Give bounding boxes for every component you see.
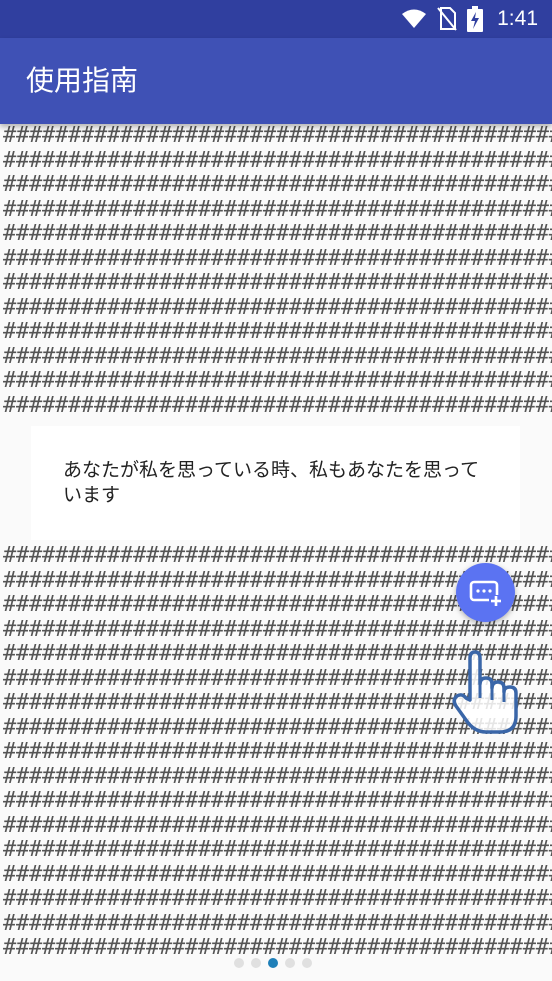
status-bar: 1:41: [0, 0, 552, 38]
hash-text-line: ########################################…: [3, 196, 552, 222]
hash-text-line: ########################################…: [3, 886, 552, 911]
hash-text-line: ########################################…: [3, 147, 552, 173]
hash-text-line: ########################################…: [3, 935, 552, 960]
page-dot: [251, 958, 261, 968]
pointing-hand-icon: [452, 650, 518, 734]
add-message-button[interactable]: [456, 563, 515, 622]
hash-text-line: ########################################…: [3, 837, 552, 862]
app-bar: 使用指南: [0, 38, 552, 124]
page-dot: [285, 958, 295, 968]
hash-text-line: ########################################…: [3, 221, 552, 246]
message-text: あなたが私を思っている時、私もあなたを思っています: [63, 459, 480, 506]
hash-text-line: ########################################…: [3, 739, 552, 764]
hash-text-line: ########################################…: [3, 910, 552, 936]
hash-text-line: ########################################…: [3, 812, 552, 838]
hash-text-line: ########################################…: [3, 368, 552, 393]
hash-text-line: ########################################…: [3, 788, 552, 813]
page-title: 使用指南: [26, 64, 139, 97]
battery-charging-icon: [467, 6, 484, 32]
hash-text-line: ########################################…: [3, 343, 552, 369]
message-card: あなたが私を思っている時、私もあなたを思っています: [31, 426, 520, 540]
hash-text-line: ########################################…: [3, 763, 552, 789]
hash-text-line: ########################################…: [3, 124, 552, 148]
hash-text-line: ########################################…: [3, 245, 552, 271]
hash-text-line: ########################################…: [3, 294, 552, 320]
add-message-icon: [469, 580, 503, 606]
hash-text-line: ########################################…: [3, 319, 552, 344]
status-time: 1:41: [497, 7, 538, 30]
page-dot: [302, 958, 312, 968]
guide-content[interactable]: ########################################…: [0, 124, 552, 981]
page-indicator: [234, 958, 312, 968]
hash-text-line: ########################################…: [3, 544, 552, 568]
page-dot-active: [268, 958, 278, 968]
hash-text-line: ########################################…: [3, 616, 552, 642]
status-icons: 1:41: [401, 0, 538, 38]
hash-text-line: ########################################…: [3, 861, 552, 887]
hash-text-line: ########################################…: [3, 392, 552, 418]
hash-text-line: ########################################…: [3, 270, 552, 295]
hash-text-block-top: ########################################…: [3, 124, 552, 418]
page-dot: [234, 958, 244, 968]
no-sim-icon: [437, 7, 457, 31]
wifi-icon: [402, 9, 427, 28]
hash-text-line: ########################################…: [3, 172, 552, 197]
